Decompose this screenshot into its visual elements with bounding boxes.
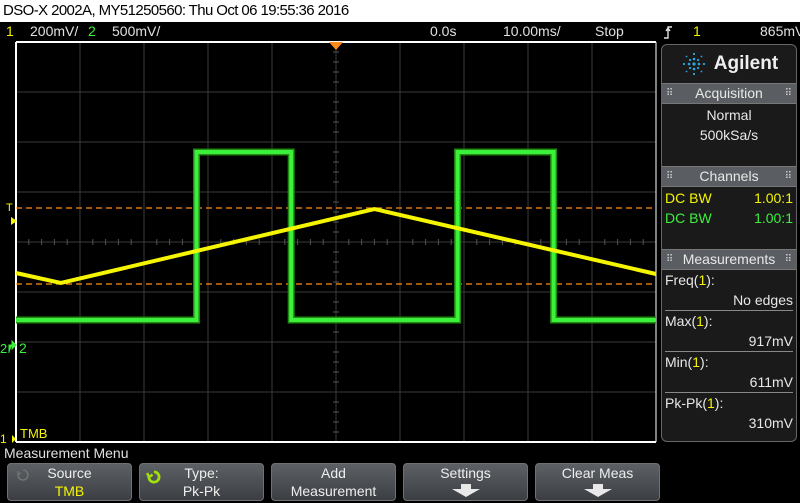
- grip-icon: ⠿: [784, 171, 792, 182]
- trigger-level[interactable]: 865mV: [760, 22, 800, 41]
- entry-knob-icon-disabled: [17, 469, 29, 481]
- measurement-value: 310mV: [748, 415, 793, 431]
- info-sidebar: Agilent ⠿ Acquisition ⠿ Normal 500kSa/s …: [661, 44, 797, 442]
- softkey-label: Settings: [440, 465, 491, 481]
- grip-icon: ⠿: [784, 254, 792, 265]
- grip-icon: ⠿: [666, 88, 674, 99]
- waveform-display[interactable]: T 2 2 1 TMB: [0, 41, 660, 444]
- channels-title: Channels: [699, 168, 759, 184]
- ground-arrow-icon: [8, 339, 17, 353]
- brand-logo: Agilent: [662, 45, 796, 83]
- ch1-number[interactable]: 1: [6, 22, 14, 41]
- acquisition-mode: Normal: [706, 107, 752, 123]
- acquisition-header[interactable]: ⠿ Acquisition ⠿: [662, 83, 796, 104]
- entry-knob-icon: [146, 470, 161, 484]
- run-state[interactable]: Stop: [595, 22, 624, 41]
- measurements-header[interactable]: ⠿ Measurements ⠿: [662, 249, 796, 270]
- agilent-spark-icon: [682, 52, 705, 76]
- ch2-scale[interactable]: 500mV/: [112, 22, 160, 41]
- submenu-arrow-icon: [583, 484, 612, 497]
- softkey-source[interactable]: Source TMB: [7, 463, 132, 501]
- ch1-probe: 1.00:1: [754, 190, 793, 206]
- time-scale[interactable]: 10.00ms/: [503, 22, 561, 41]
- grip-icon: ⠿: [784, 88, 792, 99]
- measurements-title: Measurements: [682, 251, 776, 267]
- channels-section: DC BW 1.00:1 DC BW 1.00:1: [662, 187, 796, 249]
- graticule: T 2 2 1 TMB: [0, 41, 657, 444]
- softkey-type[interactable]: Type: Pk-Pk: [139, 463, 264, 501]
- measurement-value: No edges: [733, 292, 793, 308]
- channel-2-ground-marker: 2: [0, 341, 7, 356]
- softkey-clear-meas[interactable]: Clear Meas: [535, 463, 660, 501]
- ch1-scale[interactable]: 200mV/: [30, 22, 78, 41]
- measurements-section: Freq(1): No edges Max(1): 917mV Min(1): …: [662, 270, 796, 433]
- softkey-add-measurement[interactable]: Add Measurement: [271, 463, 396, 501]
- rising-edge-icon: [663, 25, 673, 44]
- softkey-label: Clear Meas: [561, 465, 634, 481]
- grip-icon: ⠿: [666, 254, 674, 265]
- ch2-coupling: DC BW: [665, 210, 712, 226]
- sample-rate: 500kSa/s: [699, 127, 759, 143]
- channel-2-row: DC BW 1.00:1: [665, 208, 793, 228]
- measurement-value: 917mV: [748, 333, 793, 349]
- acquisition-title: Acquisition: [695, 85, 763, 101]
- measurement-pkpk: Pk-Pk(1): 310mV: [665, 395, 793, 431]
- ch1-coupling: DC BW: [665, 190, 712, 206]
- measurement-min: Min(1): 611mV: [665, 352, 793, 393]
- channels-header[interactable]: ⠿ Channels ⠿: [662, 166, 796, 187]
- ch2-probe: 1.00:1: [754, 210, 793, 226]
- ch2-number[interactable]: 2: [88, 22, 96, 41]
- window-title-bar: DSO-X 2002A, MY51250560: Thu Oct 06 19:5…: [0, 0, 800, 22]
- channel-2-label: 2: [19, 340, 27, 356]
- measurement-max: Max(1): 917mV: [665, 311, 793, 352]
- channel-1-ground-marker: 1: [0, 432, 7, 444]
- grip-icon: ⠿: [666, 171, 674, 182]
- trigger-position-marker: [329, 42, 343, 50]
- softkey-settings[interactable]: Settings: [403, 463, 528, 501]
- softkey-value: TMB: [54, 483, 85, 499]
- measurement-freq: Freq(1): No edges: [665, 270, 793, 311]
- softkey-label-2: Measurement: [290, 483, 377, 499]
- menu-title: Measurement Menu: [4, 445, 129, 461]
- softkey-label: Add: [321, 465, 346, 481]
- acquisition-section: Normal 500kSa/s: [662, 104, 796, 166]
- trace-label: TMB: [20, 426, 47, 441]
- brand-name: Agilent: [713, 53, 779, 74]
- measurement-value: 611mV: [749, 374, 793, 390]
- trigger-level-marker: T: [6, 202, 13, 214]
- status-bar: 1 200mV/ 2 500mV/ 0.0s 10.00ms/ Stop 1 8…: [0, 22, 800, 41]
- submenu-arrow-icon: [451, 484, 480, 497]
- trigger-source[interactable]: 1: [693, 22, 701, 41]
- time-delay[interactable]: 0.0s: [430, 22, 456, 41]
- channel-1-row: DC BW 1.00:1: [665, 188, 793, 208]
